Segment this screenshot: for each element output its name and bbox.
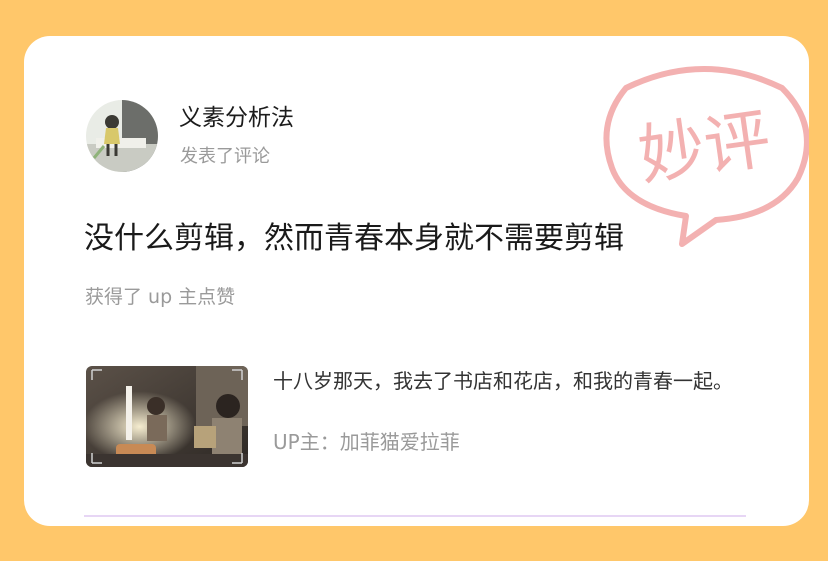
divider (84, 515, 746, 517)
video-uploader[interactable]: UP主：加菲猫爱拉菲 (273, 427, 460, 457)
comment-text: 没什么剪辑，然而青春本身就不需要剪辑 (84, 221, 624, 256)
comment-action-text: 发表了评论 (180, 146, 270, 167)
video-thumbnail[interactable] (86, 366, 248, 467)
username[interactable]: 义素分析法 (179, 102, 294, 134)
up-liked-label: 获得了 up 主点赞 (85, 286, 236, 308)
avatar[interactable] (86, 100, 158, 172)
svg-text:妙评: 妙评 (634, 100, 775, 195)
video-title[interactable]: 十八岁那天，我去了书店和花店，和我的青春一起。 (273, 368, 753, 395)
video-card[interactable]: 十八岁那天，我去了书店和花店，和我的青春一起。 UP主：加菲猫爱拉菲 (86, 366, 766, 476)
comment-card: 妙评 义素分析法 发表了评论 没什么剪辑，然而青春本身就不需要剪辑 获得了 up… (24, 36, 809, 526)
